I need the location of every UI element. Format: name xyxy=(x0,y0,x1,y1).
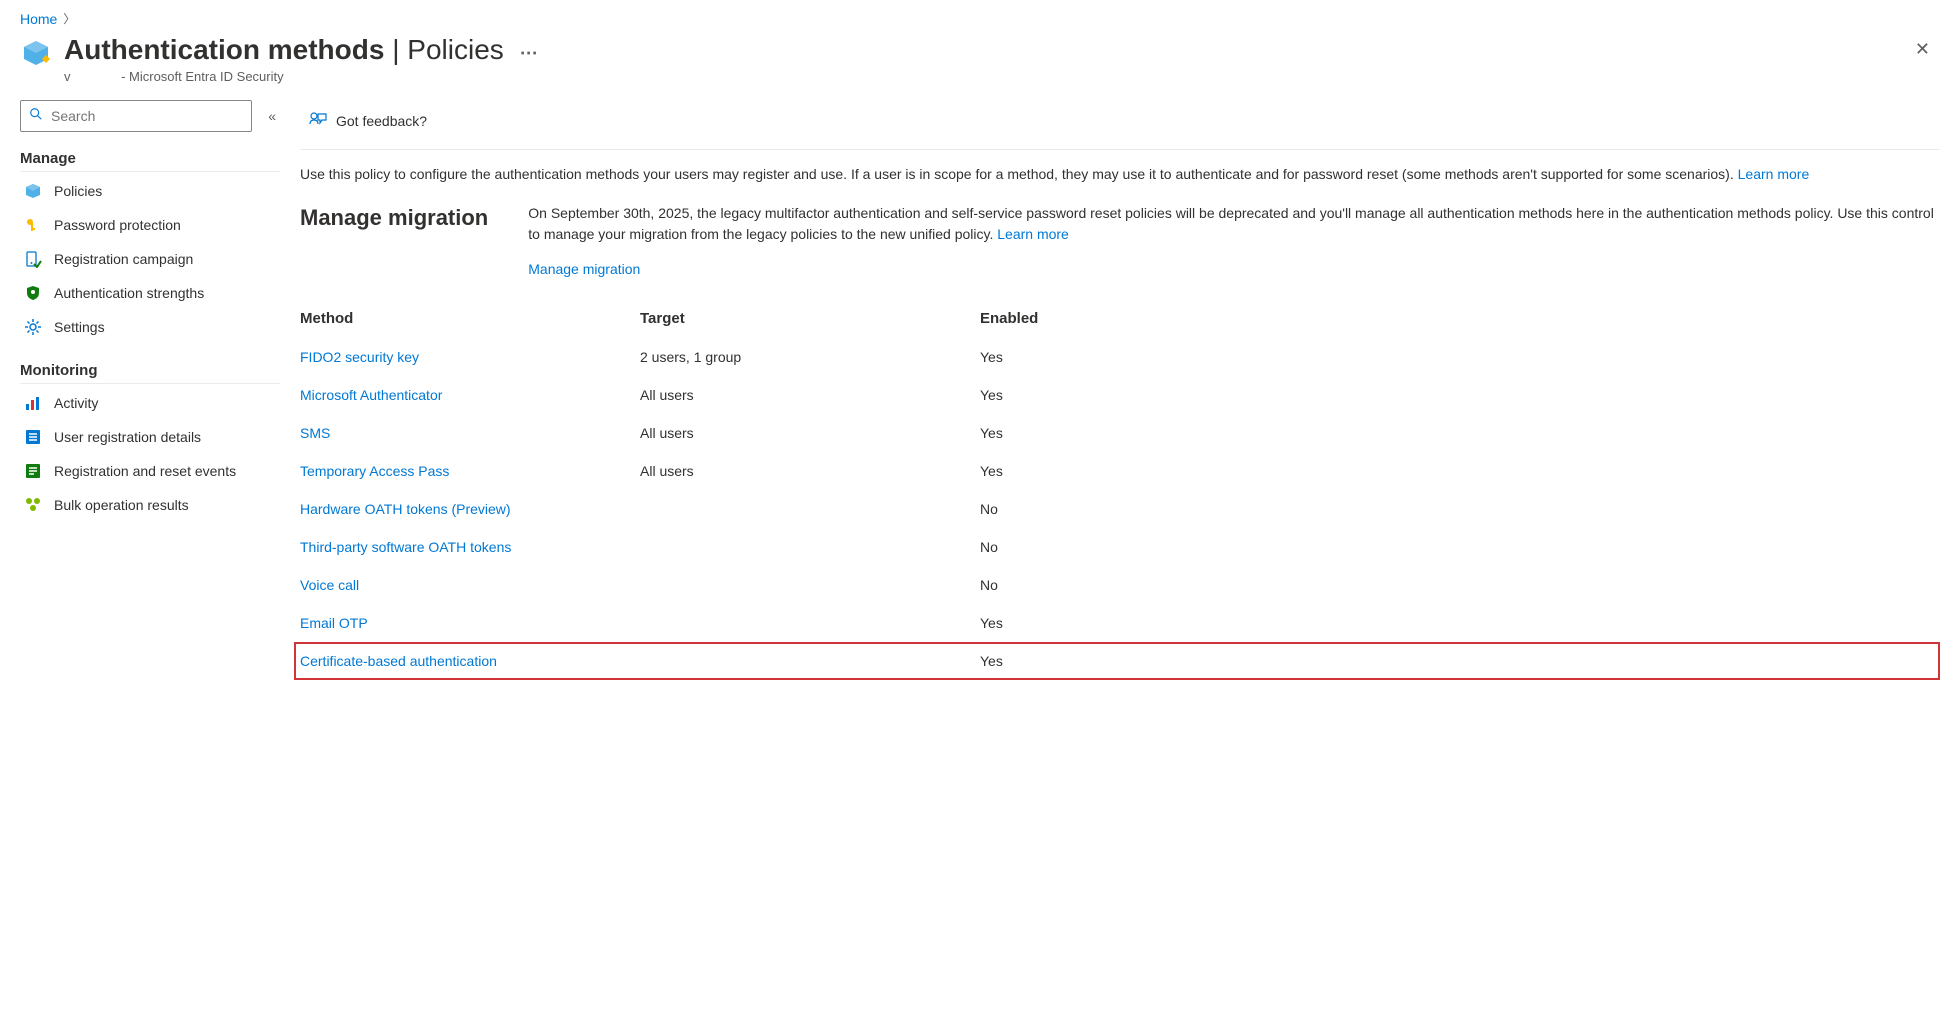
gear-icon xyxy=(24,318,42,336)
sidebar-item-label: Activity xyxy=(54,395,98,411)
sidebar-item[interactable]: User registration details xyxy=(20,420,280,454)
search-input-wrapper[interactable] xyxy=(20,100,252,132)
enabled-cell: Yes xyxy=(980,387,1180,403)
method-link[interactable]: Temporary Access Pass xyxy=(300,463,640,479)
policies-icon xyxy=(24,182,42,200)
chart-icon xyxy=(24,394,42,412)
sidebar-item-label: Settings xyxy=(54,319,105,335)
feedback-icon xyxy=(308,110,328,133)
enabled-cell: No xyxy=(980,577,1180,593)
sidebar-item-label: Authentication strengths xyxy=(54,285,204,301)
methods-table: Method Target Enabled FIDO2 security key… xyxy=(300,300,1940,680)
sidebar-item[interactable]: Settings xyxy=(20,310,280,344)
target-cell: 2 users, 1 group xyxy=(640,349,980,365)
events-icon xyxy=(24,462,42,480)
col-enabled: Enabled xyxy=(980,310,1180,327)
table-row: Certificate-based authentication Yes xyxy=(294,642,1940,680)
sidebar-item-label: Password protection xyxy=(54,217,181,233)
sidebar-item[interactable]: Bulk operation results xyxy=(20,488,280,522)
feedback-label: Got feedback? xyxy=(336,113,427,129)
sidebar-item[interactable]: Registration campaign xyxy=(20,242,280,276)
key-icon xyxy=(24,216,42,234)
breadcrumb-home[interactable]: Home xyxy=(20,11,57,27)
table-row: Third-party software OATH tokens No xyxy=(300,528,1940,566)
col-method: Method xyxy=(300,310,640,327)
bulk-icon xyxy=(24,496,42,514)
sidebar-group-title: Manage xyxy=(20,150,280,172)
search-input[interactable] xyxy=(49,107,243,125)
target-cell: All users xyxy=(640,387,980,403)
manage-migration-link[interactable]: Manage migration xyxy=(528,259,640,280)
sidebar: « Manage Policies Password protection Regis… xyxy=(20,100,300,680)
table-row: Temporary Access PassAll usersYes xyxy=(300,452,1940,490)
sidebar-item[interactable]: Activity xyxy=(20,386,280,420)
campaign-icon xyxy=(24,250,42,268)
policy-description: Use this policy to configure the authent… xyxy=(300,164,1940,185)
table-row: Voice call No xyxy=(300,566,1940,604)
sidebar-item[interactable]: Password protection xyxy=(20,208,280,242)
enabled-cell: Yes xyxy=(980,653,1180,669)
chevron-right-icon: 〉 xyxy=(63,10,75,27)
table-row: Email OTP Yes xyxy=(300,604,1940,642)
table-row: SMSAll usersYes xyxy=(300,414,1940,452)
search-icon xyxy=(29,107,43,124)
enabled-cell: Yes xyxy=(980,463,1180,479)
close-button[interactable]: ✕ xyxy=(1905,33,1940,66)
enabled-cell: Yes xyxy=(980,425,1180,441)
migration-learn-more-link[interactable]: Learn more xyxy=(997,226,1069,242)
feedback-button[interactable]: Got feedback? xyxy=(300,106,435,137)
sidebar-item-label: Registration campaign xyxy=(54,251,193,267)
page-title: Authentication methods | Policies ⋯ xyxy=(64,33,546,67)
target-cell: All users xyxy=(640,425,980,441)
sidebar-group-title: Monitoring xyxy=(20,362,280,384)
migration-description: On September 30th, 2025, the legacy mult… xyxy=(528,205,1934,242)
method-link[interactable]: Certificate-based authentication xyxy=(300,653,640,669)
auth-methods-icon xyxy=(20,37,52,69)
method-link[interactable]: Voice call xyxy=(300,577,640,593)
sidebar-item-label: User registration details xyxy=(54,429,201,445)
breadcrumb: Home 〉 xyxy=(20,10,1940,27)
sidebar-item[interactable]: Authentication strengths xyxy=(20,276,280,310)
table-row: Hardware OATH tokens (Preview) No xyxy=(300,490,1940,528)
page-subtitle: v - Microsoft Entra ID Security xyxy=(64,69,546,84)
col-target: Target xyxy=(640,310,980,327)
main-content: Got feedback? Use this policy to configu… xyxy=(300,100,1940,680)
collapse-sidebar-button[interactable]: « xyxy=(264,104,280,128)
more-actions-button[interactable]: ⋯ xyxy=(512,39,546,67)
method-link[interactable]: Hardware OATH tokens (Preview) xyxy=(300,501,640,517)
table-row: FIDO2 security key2 users, 1 groupYes xyxy=(300,338,1940,376)
table-row: Microsoft AuthenticatorAll usersYes xyxy=(300,376,1940,414)
sidebar-item[interactable]: Registration and reset events xyxy=(20,454,280,488)
target-cell: All users xyxy=(640,463,980,479)
enabled-cell: Yes xyxy=(980,615,1180,631)
sidebar-item[interactable]: Policies xyxy=(20,174,280,208)
method-link[interactable]: Microsoft Authenticator xyxy=(300,387,640,403)
sidebar-item-label: Policies xyxy=(54,183,102,199)
method-link[interactable]: SMS xyxy=(300,425,640,441)
sidebar-item-label: Registration and reset events xyxy=(54,463,236,479)
migration-heading: Manage migration xyxy=(300,203,488,280)
sidebar-item-label: Bulk operation results xyxy=(54,497,189,513)
method-link[interactable]: FIDO2 security key xyxy=(300,349,640,365)
enabled-cell: No xyxy=(980,539,1180,555)
method-link[interactable]: Email OTP xyxy=(300,615,640,631)
learn-more-link[interactable]: Learn more xyxy=(1738,166,1810,182)
enabled-cell: No xyxy=(980,501,1180,517)
method-link[interactable]: Third-party software OATH tokens xyxy=(300,539,640,555)
list-icon xyxy=(24,428,42,446)
shield-icon xyxy=(24,284,42,302)
enabled-cell: Yes xyxy=(980,349,1180,365)
